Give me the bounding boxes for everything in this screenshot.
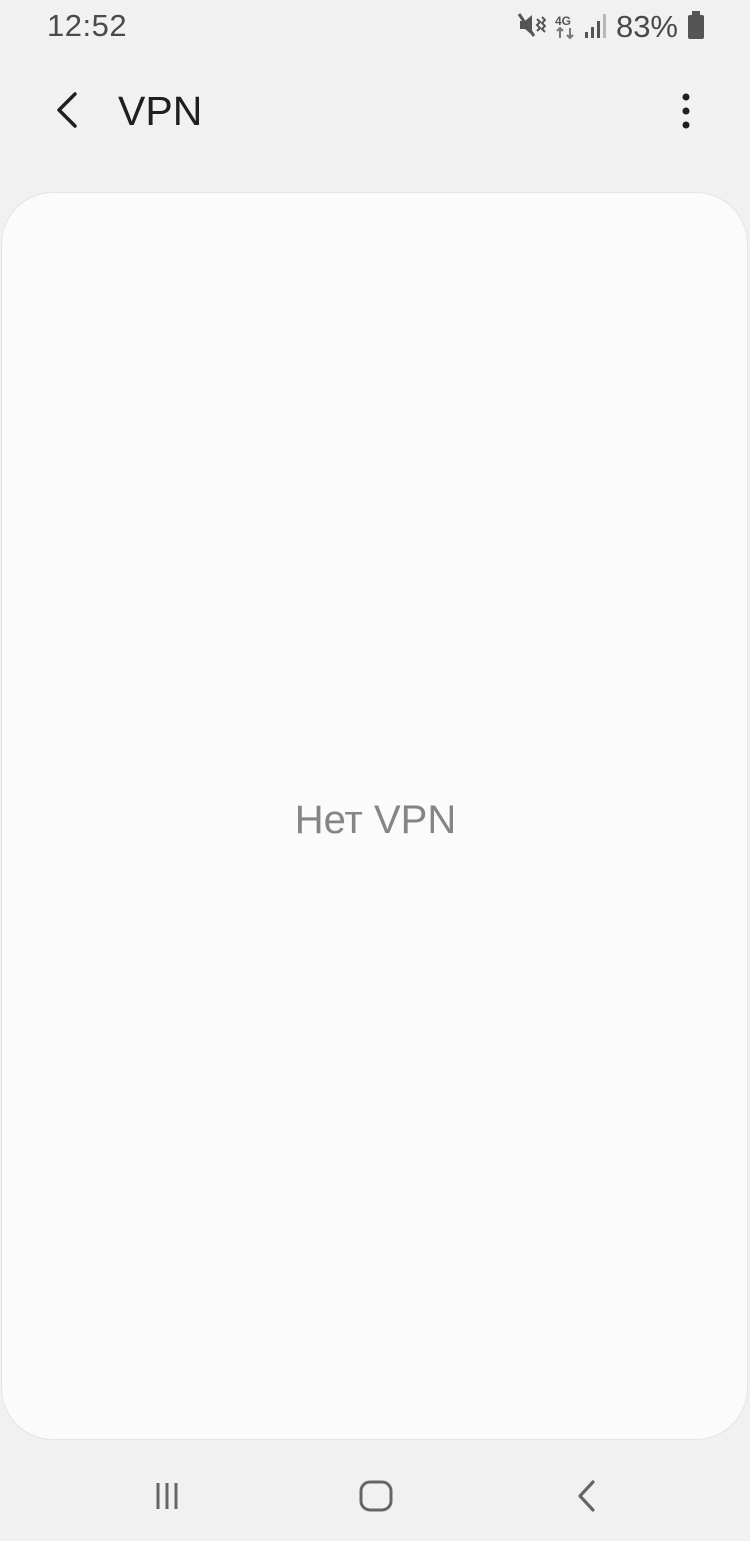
status-icons: 4G 83% xyxy=(516,9,706,45)
vpn-list-card: Нет VPN xyxy=(1,192,748,1440)
mute-vibrate-icon xyxy=(516,10,547,45)
signal-icon xyxy=(584,11,608,44)
status-time: 12:52 xyxy=(47,8,128,43)
page-title: VPN xyxy=(118,88,203,134)
empty-vpn-message: Нет VPN xyxy=(294,798,457,842)
more-options-button[interactable] xyxy=(664,83,708,139)
back-button[interactable] xyxy=(42,82,92,138)
app-bar: VPN xyxy=(0,56,750,166)
more-vertical-icon xyxy=(682,93,690,129)
navigation-bar xyxy=(0,1451,750,1541)
home-button[interactable] xyxy=(339,1469,413,1523)
network-type: 4G xyxy=(554,12,576,42)
data-arrows-icon xyxy=(556,26,574,40)
chevron-left-icon xyxy=(57,92,77,128)
nav-back-icon xyxy=(578,1480,595,1512)
recent-apps-button[interactable] xyxy=(130,1469,204,1523)
status-bar: 12:52 4G 83% xyxy=(0,0,750,56)
nav-back-button[interactable] xyxy=(550,1469,624,1523)
recent-apps-icon xyxy=(156,1483,178,1509)
battery-percent: 83% xyxy=(615,9,678,44)
battery-icon xyxy=(686,10,706,45)
home-icon xyxy=(359,1480,393,1512)
